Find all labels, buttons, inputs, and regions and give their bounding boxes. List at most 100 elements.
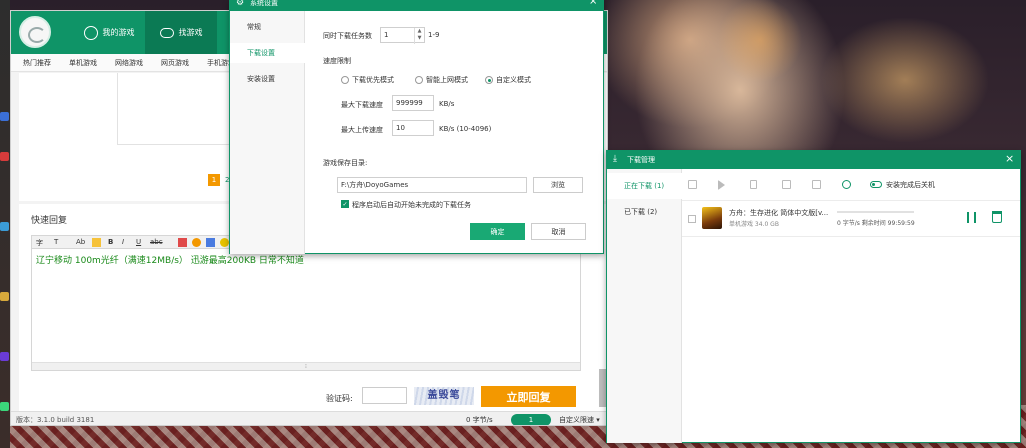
captcha-input[interactable] (362, 387, 407, 404)
reply-editor[interactable]: 辽宁移动 100m光纤（满速12MB/s） 迅游最高200KB 日常不知道 ⁝ (31, 249, 581, 371)
user-icon (83, 25, 98, 40)
subnav-item[interactable]: 网络游戏 (115, 58, 143, 68)
subnav-item[interactable]: 热门推荐 (23, 58, 51, 68)
stepper-arrows-icon[interactable]: ▲ ▼ (414, 28, 424, 44)
speed-mode-dropdown[interactable]: 自定义限速 ▾ (559, 415, 600, 425)
download-task-row[interactable]: 方舟：生存进化 简体中文版[v... 单机游戏 34.0 GB 0 字节/s 剩… (682, 201, 1020, 237)
emoji-icon[interactable] (192, 238, 201, 247)
radio-dot-selected (485, 76, 493, 84)
delete-icon[interactable] (992, 211, 1002, 223)
task-checkbox[interactable] (688, 215, 696, 223)
max-download-input[interactable]: 999999 (392, 95, 434, 111)
reply-content: 辽宁移动 100m光纤（满速12MB/s） 迅游最高200KB 日常不知道 (36, 256, 304, 266)
save-dir-input[interactable]: F:\方舟\DoyoGames (337, 177, 527, 193)
task-meta: 单机游戏 34.0 GB (729, 221, 779, 228)
font-color-button[interactable]: Ab (76, 238, 85, 246)
user-avatar[interactable] (19, 16, 51, 48)
tab-download-settings[interactable]: 下载设置 (230, 43, 305, 63)
max-tasks-label: 同时下载任务数 (323, 32, 372, 40)
submit-reply-button[interactable]: 立即回复 (481, 386, 576, 407)
radio-smart-mode[interactable]: 智能上网模式 (415, 75, 468, 85)
bold-button[interactable]: B (108, 238, 113, 246)
save-dir-label: 游戏保存目录: (323, 159, 368, 167)
max-tasks-value: 1 (384, 31, 389, 39)
download-count-badge[interactable]: 1 (511, 414, 551, 425)
speed-text: 0 字节/s (466, 416, 493, 424)
auto-shutdown-toggle[interactable] (870, 181, 882, 188)
download-manager-titlebar: ⤓ 下载管理 × (607, 151, 1020, 169)
radio-custom-mode[interactable]: 自定义模式 (485, 75, 531, 85)
browse-button[interactable]: 浏览 (533, 177, 583, 193)
tab-general[interactable]: 常规 (230, 17, 305, 37)
desktop-app-icon[interactable] (0, 152, 9, 161)
download-manager-title: 下载管理 (627, 156, 655, 164)
radio-dot (415, 76, 423, 84)
desktop-app-icon[interactable] (0, 402, 9, 411)
max-upload-unit: KB/s (10-4096) (439, 125, 492, 133)
max-tasks-stepper[interactable]: 1 ▲ ▼ (380, 27, 425, 44)
tab-find-games-label: 找游戏 (178, 28, 203, 37)
media-icon[interactable] (206, 238, 215, 247)
radio-label: 下载优先模式 (352, 76, 394, 84)
settings-dialog: ⚙ 系统设置 × 常规 下载设置 安装设置 同时下载任务数 1 ▲ ▼ 1-9 速… (229, 0, 604, 254)
font-size-button[interactable]: T (54, 238, 58, 246)
download-manager-window: ⤓ 下载管理 × 正在下载 (1) 已下载 (2) 安装完成后关机 方舟：生存进… (606, 150, 1021, 443)
pause-icon[interactable] (967, 212, 976, 223)
font-family-button[interactable]: 字 (36, 238, 43, 248)
italic-button[interactable]: I (122, 238, 124, 246)
radio-dot (341, 76, 349, 84)
task-progress-bar (837, 211, 914, 213)
tab-find-games[interactable]: 找游戏 (145, 11, 217, 54)
image-icon[interactable] (178, 238, 187, 247)
radio-label: 自定义模式 (496, 76, 531, 84)
desktop-app-icon[interactable] (0, 352, 9, 361)
highlight-icon[interactable] (92, 238, 101, 247)
settings-sidebar: 常规 下载设置 安装设置 (230, 11, 305, 254)
desktop-app-icon[interactable] (0, 112, 9, 121)
underline-button[interactable]: U (136, 238, 141, 246)
settings-title: 系统设置 (250, 0, 278, 7)
max-download-label: 最大下载速度 (341, 101, 383, 109)
max-upload-input[interactable]: 10 (392, 120, 434, 136)
subnav-item[interactable]: 单机游戏 (69, 58, 97, 68)
max-upload-label: 最大上传速度 (341, 126, 383, 134)
speed-limit-label: 速度限制 (323, 57, 351, 65)
settings-titlebar: ⚙ 系统设置 × (230, 0, 603, 11)
select-all-checkbox[interactable] (688, 180, 697, 189)
download-toolbar: 安装完成后关机 (682, 169, 1020, 201)
desktop-app-icon[interactable] (0, 222, 9, 231)
game-thumbnail-icon (702, 207, 722, 229)
tab-my-games-label: 我的游戏 (102, 28, 135, 37)
stop-icon[interactable] (782, 180, 791, 189)
radio-download-priority[interactable]: 下载优先模式 (341, 75, 394, 85)
smiley-icon[interactable] (220, 238, 229, 247)
tab-downloading[interactable]: 正在下载 (1) (607, 173, 682, 199)
radio-label: 智能上网模式 (426, 76, 468, 84)
close-icon[interactable]: × (1005, 152, 1014, 165)
desktop-app-icon[interactable] (0, 292, 9, 301)
tab-install-settings[interactable]: 安装设置 (230, 69, 305, 89)
quick-reply-title: 快速回复 (31, 216, 68, 226)
tab-my-games[interactable]: 我的游戏 (73, 11, 145, 54)
editor-resize-handle[interactable]: ⁝ (32, 362, 580, 370)
start-icon[interactable] (718, 180, 725, 190)
page-current[interactable]: 1 (208, 174, 220, 186)
subnav-item[interactable]: 网页游戏 (161, 58, 189, 68)
gear-icon: ⚙ (236, 0, 245, 8)
captcha-label: 验证码: (326, 394, 353, 403)
strikethrough-button[interactable]: abc (150, 238, 163, 246)
download-sidebar: 正在下载 (1) 已下载 (2) (607, 169, 682, 443)
autostart-checkbox[interactable]: ✓ (341, 200, 349, 208)
folder-icon[interactable] (812, 180, 821, 189)
tab-downloaded[interactable]: 已下载 (2) (607, 199, 682, 225)
cancel-button[interactable]: 取消 (531, 223, 586, 240)
task-name: 方舟：生存进化 简体中文版[v... (729, 209, 829, 217)
captcha-image[interactable]: 盖毁笔 (414, 387, 474, 405)
confirm-button[interactable]: 确定 (470, 223, 525, 240)
autostart-label: 程序启动后自动开始未完成的下载任务 (352, 201, 471, 209)
close-icon[interactable]: × (589, 0, 597, 7)
settings-gear-icon[interactable] (842, 180, 851, 189)
pause-all-icon[interactable] (750, 180, 757, 189)
gamepad-icon (159, 27, 174, 38)
max-tasks-range: 1-9 (428, 31, 440, 39)
